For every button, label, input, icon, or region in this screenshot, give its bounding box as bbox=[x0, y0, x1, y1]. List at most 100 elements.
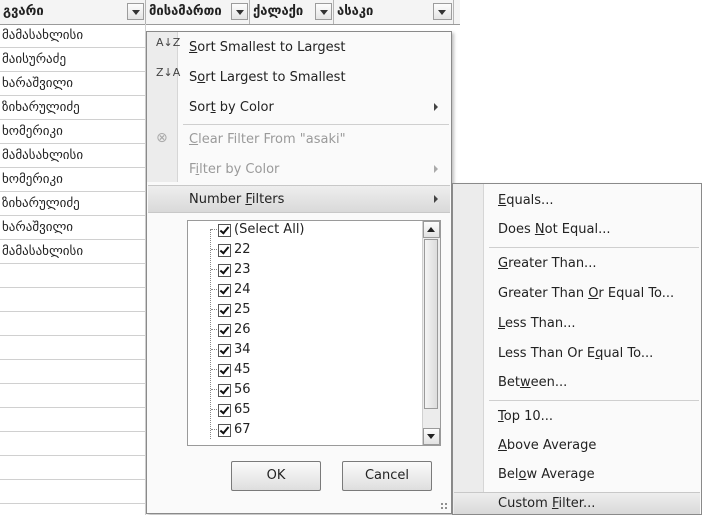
submenu-arrow-icon bbox=[434, 103, 438, 111]
checkbox-label: 65 bbox=[234, 402, 251, 417]
header-label-asaki: ასაკი bbox=[337, 4, 374, 19]
clear-filter-label: Clear Filter From "asaki" bbox=[189, 132, 346, 147]
less-than-item[interactable]: Less Than... bbox=[454, 310, 700, 338]
table-row[interactable]: მაისურაძე bbox=[0, 48, 146, 72]
filter-by-color-item[interactable]: Filter by Color bbox=[148, 156, 450, 184]
checkbox-checked-icon[interactable] bbox=[218, 344, 231, 357]
checkbox-checked-icon[interactable] bbox=[218, 424, 231, 437]
table-row[interactable]: ხარაშვილი bbox=[0, 216, 146, 240]
empty-row[interactable] bbox=[0, 384, 146, 408]
checkbox-label: 24 bbox=[234, 282, 251, 297]
cell-surname: ზიხარულიძე bbox=[2, 196, 80, 211]
does-not-equal-label: Does Not Equal... bbox=[498, 222, 611, 237]
checkbox-checked-icon[interactable] bbox=[218, 284, 231, 297]
filter-dropdown-button-active[interactable] bbox=[433, 3, 452, 20]
checkbox-checked-icon[interactable] bbox=[218, 364, 231, 377]
resize-grip-icon[interactable] bbox=[440, 502, 448, 510]
checkbox-label: 56 bbox=[234, 382, 251, 397]
checkbox-checked-icon[interactable] bbox=[218, 404, 231, 417]
column-header-row: გვარი მისამართი ქალაქი ასაკი bbox=[0, 0, 460, 25]
filter-dropdown-button[interactable] bbox=[127, 3, 144, 20]
header-cell-misamarti: მისამართი bbox=[146, 0, 250, 24]
empty-row[interactable] bbox=[0, 456, 146, 480]
above-average-item[interactable]: Above Average bbox=[454, 432, 700, 460]
table-row[interactable]: მამასახლისი bbox=[0, 240, 146, 264]
filter-values-list[interactable]: (Select All) 22 23 24 25 26 34 45 56 65 … bbox=[187, 220, 441, 446]
table-row[interactable]: მამასახლისი bbox=[0, 144, 146, 168]
custom-filter-label: Custom Filter... bbox=[498, 496, 596, 511]
checkbox-checked-icon[interactable] bbox=[218, 324, 231, 337]
sort-smallest-to-largest-item[interactable]: A↓Z Sort Smallest to Largest bbox=[148, 34, 450, 62]
number-filters-item[interactable]: Number Filters bbox=[148, 185, 450, 213]
sort-ascending-icon: A↓Z bbox=[156, 36, 181, 49]
checkbox-label: (Select All) bbox=[234, 222, 305, 237]
does-not-equal-item[interactable]: Does Not Equal... bbox=[454, 216, 700, 244]
tree-line bbox=[210, 229, 211, 439]
header-cell-kalaki: ქალაქი bbox=[250, 0, 334, 24]
cell-surname: მაისურაძე bbox=[2, 52, 67, 67]
equals-item[interactable]: Equals... bbox=[454, 187, 700, 215]
checkbox-label: 25 bbox=[234, 302, 251, 317]
cell-surname: მამასახლისი bbox=[2, 148, 84, 163]
below-average-label: Below Average bbox=[498, 467, 595, 482]
table-row[interactable]: ზიხარულიძე bbox=[0, 192, 146, 216]
filter-dropdown-button[interactable] bbox=[231, 3, 248, 20]
table-row[interactable]: ხარაშვილი bbox=[0, 72, 146, 96]
checkbox-checked-icon[interactable] bbox=[218, 304, 231, 317]
ok-button[interactable]: OK bbox=[231, 461, 321, 491]
table-row[interactable]: ხომერიკი bbox=[0, 168, 146, 192]
empty-row[interactable] bbox=[0, 264, 146, 288]
scroll-down-arrow-icon[interactable] bbox=[423, 428, 440, 445]
between-item[interactable]: Between... bbox=[454, 369, 700, 397]
empty-row[interactable] bbox=[0, 336, 146, 360]
below-average-item[interactable]: Below Average bbox=[454, 461, 700, 489]
empty-row[interactable] bbox=[0, 360, 146, 384]
sort-desc-label: Sort Largest to Smallest bbox=[189, 70, 346, 85]
checkbox-checked-icon[interactable] bbox=[218, 264, 231, 277]
checkbox-label: 26 bbox=[234, 322, 251, 337]
sort-by-color-item[interactable]: Sort by Color bbox=[148, 94, 450, 122]
checkbox-label: 34 bbox=[234, 342, 251, 357]
top-10-label: Top 10... bbox=[498, 409, 554, 424]
header-label-kalaki: ქალაქი bbox=[253, 4, 304, 19]
empty-row[interactable] bbox=[0, 408, 146, 432]
custom-filter-item[interactable]: Custom Filter... bbox=[454, 492, 700, 514]
cell-surname: ხარაშვილი bbox=[2, 76, 74, 91]
greater-than-item[interactable]: Greater Than... bbox=[454, 250, 700, 278]
empty-row[interactable] bbox=[0, 312, 146, 336]
top-10-item[interactable]: Top 10... bbox=[454, 403, 700, 431]
filter-dropdown-button[interactable] bbox=[315, 3, 332, 20]
scroll-up-arrow-icon[interactable] bbox=[423, 221, 440, 238]
checkbox-checked-icon[interactable] bbox=[218, 244, 231, 257]
table-row[interactable]: ხომერიკი bbox=[0, 120, 146, 144]
empty-row[interactable] bbox=[0, 480, 146, 504]
header-cell-asaki: ასაკი bbox=[334, 0, 454, 24]
table-row[interactable]: მამასახლისი bbox=[0, 24, 146, 48]
cell-surname: მამასახლისი bbox=[2, 244, 84, 259]
menu-separator bbox=[183, 124, 449, 125]
number-filters-label: Number Filters bbox=[189, 192, 285, 207]
cancel-button[interactable]: Cancel bbox=[342, 461, 432, 491]
between-label: Between... bbox=[498, 375, 568, 390]
autofilter-menu: A↓Z Sort Smallest to Largest Z↓A Sort La… bbox=[146, 31, 452, 514]
filter-by-color-label: Filter by Color bbox=[189, 162, 280, 177]
checkbox-label: 22 bbox=[234, 242, 251, 257]
empty-row[interactable] bbox=[0, 432, 146, 456]
header-label-misamarti: მისამართი bbox=[149, 4, 222, 19]
clear-filter-item[interactable]: ⊗ Clear Filter From "asaki" bbox=[148, 126, 450, 154]
empty-row[interactable] bbox=[0, 288, 146, 312]
cell-surname: ზიხარულიძე bbox=[2, 100, 80, 115]
sort-asc-label: Sort Smallest to Largest bbox=[189, 40, 346, 55]
checkbox-checked-icon[interactable] bbox=[218, 224, 231, 237]
checkbox-label: 67 bbox=[234, 422, 251, 437]
checkbox-checked-icon[interactable] bbox=[218, 384, 231, 397]
header-label-gvari: გვარი bbox=[3, 4, 44, 19]
list-scrollbar[interactable] bbox=[422, 221, 440, 445]
sort-descending-icon: Z↓A bbox=[156, 66, 181, 79]
scrollbar-thumb[interactable] bbox=[424, 239, 438, 409]
sort-largest-to-smallest-item[interactable]: Z↓A Sort Largest to Smallest bbox=[148, 64, 450, 92]
table-row[interactable]: ზიხარულიძე bbox=[0, 96, 146, 120]
less-than-or-equal-item[interactable]: Less Than Or Equal To... bbox=[454, 340, 700, 368]
greater-than-or-equal-item[interactable]: Greater Than Or Equal To... bbox=[454, 280, 700, 308]
header-cell-gvari: გვარი bbox=[0, 0, 146, 24]
